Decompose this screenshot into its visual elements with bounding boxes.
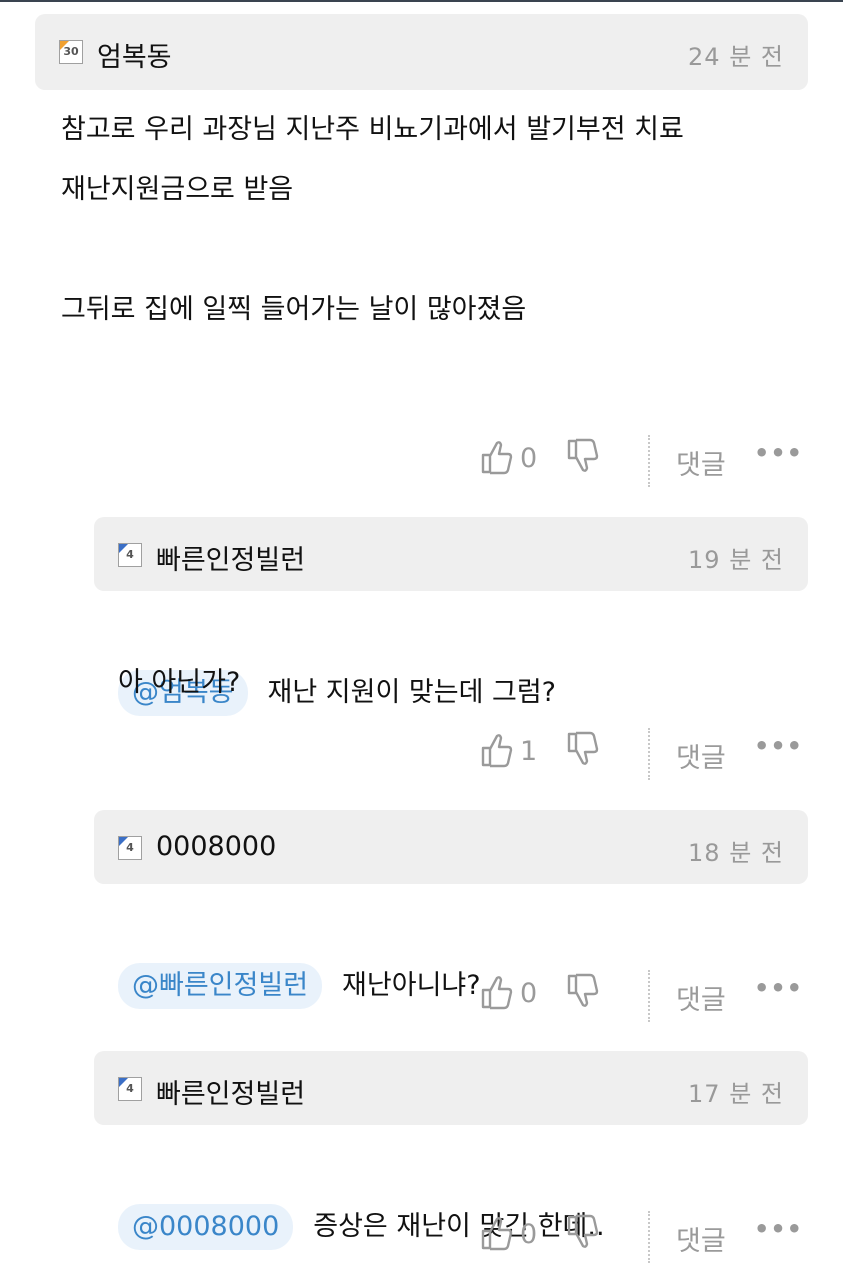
level-badge-icon: 30 bbox=[59, 40, 83, 64]
like-button[interactable] bbox=[480, 972, 514, 1022]
timestamp: 19 분 전 bbox=[688, 546, 784, 574]
thumbs-up-icon bbox=[481, 734, 513, 768]
timestamp: 17 분 전 bbox=[688, 1080, 784, 1108]
comment-actions: 0 댓글 ••• bbox=[478, 1211, 808, 1263]
author-name[interactable]: 엄복동 bbox=[97, 35, 172, 74]
timestamp: 24 분 전 bbox=[688, 43, 784, 71]
mention-tag[interactable]: @0008000 bbox=[118, 1204, 294, 1250]
thumbs-up-icon bbox=[481, 976, 513, 1010]
comment-body: 참고로 우리 과장님 지난주 비뇨기과에서 발기부전 치료 재난지원금으로 받음… bbox=[61, 114, 684, 325]
thumbs-down-icon bbox=[567, 1214, 599, 1248]
author-name[interactable]: 빠른인정빌런 bbox=[156, 538, 305, 577]
like-count: 1 bbox=[520, 736, 538, 767]
comment-header: 4 0008000 18 분 전 bbox=[94, 810, 808, 884]
like-button[interactable] bbox=[480, 730, 514, 780]
level-badge-icon: 4 bbox=[118, 1077, 142, 1101]
dislike-button[interactable] bbox=[566, 1213, 600, 1263]
thumbs-down-icon bbox=[567, 731, 599, 765]
more-icon[interactable]: ••• bbox=[754, 732, 803, 760]
reply-button[interactable]: 댓글 bbox=[676, 736, 726, 775]
thumbs-down-icon bbox=[567, 973, 599, 1007]
thumbs-up-icon bbox=[481, 441, 513, 475]
comment-actions: 1 댓글 ••• bbox=[478, 728, 808, 780]
like-button[interactable] bbox=[480, 437, 514, 487]
comment-header: 30 엄복동 24 분 전 bbox=[35, 14, 808, 90]
comment-actions: 0 댓글 ••• bbox=[478, 970, 808, 1022]
dislike-button[interactable] bbox=[566, 437, 600, 487]
more-icon[interactable]: ••• bbox=[754, 1215, 803, 1243]
level-badge-icon: 4 bbox=[118, 836, 142, 860]
timestamp: 18 분 전 bbox=[688, 839, 784, 867]
comment-actions: 0 댓글 ••• bbox=[478, 435, 808, 487]
like-count: 0 bbox=[520, 978, 538, 1009]
comment-text: 재난아니냐? bbox=[342, 970, 481, 1001]
comment-header: 4 빠른인정빌런 17 분 전 bbox=[94, 1051, 808, 1125]
more-icon[interactable]: ••• bbox=[754, 974, 803, 1002]
level-badge-icon: 4 bbox=[118, 543, 142, 567]
reply-comment: 4 빠른인정빌런 17 분 전 @0008000 증상은 재난이 맞긴 한데.. … bbox=[94, 1051, 808, 1271]
action-divider bbox=[648, 435, 650, 487]
more-icon[interactable]: ••• bbox=[754, 439, 803, 467]
like-count: 0 bbox=[520, 443, 538, 474]
thumbs-up-icon bbox=[481, 1217, 513, 1251]
reply-button[interactable]: 댓글 bbox=[676, 978, 726, 1017]
action-divider bbox=[648, 970, 650, 1022]
author-name[interactable]: 빠른인정빌런 bbox=[156, 1072, 305, 1111]
like-button[interactable] bbox=[480, 1213, 514, 1263]
author-name[interactable]: 0008000 bbox=[156, 831, 276, 862]
reply-button[interactable]: 댓글 bbox=[676, 1219, 726, 1258]
reply-comment: 4 빠른인정빌런 19 분 전 @엄복동 재난 지원이 맞는데 그럼? 아 아닌가… bbox=[94, 517, 808, 787]
top-divider bbox=[0, 0, 843, 2]
reply-comment: 4 0008000 18 분 전 @빠른인정빌런 재난아니냐? 0 댓글 ••• bbox=[94, 810, 808, 1030]
action-divider bbox=[648, 1211, 650, 1263]
reply-button[interactable]: 댓글 bbox=[676, 443, 726, 482]
like-count: 0 bbox=[520, 1219, 538, 1250]
thumbs-down-icon bbox=[567, 438, 599, 472]
dislike-button[interactable] bbox=[566, 972, 600, 1022]
comment-body-line2: 아 아닌가? bbox=[118, 667, 241, 698]
comment-header: 4 빠른인정빌런 19 분 전 bbox=[94, 517, 808, 591]
mention-tag[interactable]: @빠른인정빌런 bbox=[118, 963, 323, 1009]
dislike-button[interactable] bbox=[566, 730, 600, 780]
action-divider bbox=[648, 728, 650, 780]
comment: 30 엄복동 24 분 전 참고로 우리 과장님 지난주 비뇨기과에서 발기부전… bbox=[35, 14, 808, 494]
